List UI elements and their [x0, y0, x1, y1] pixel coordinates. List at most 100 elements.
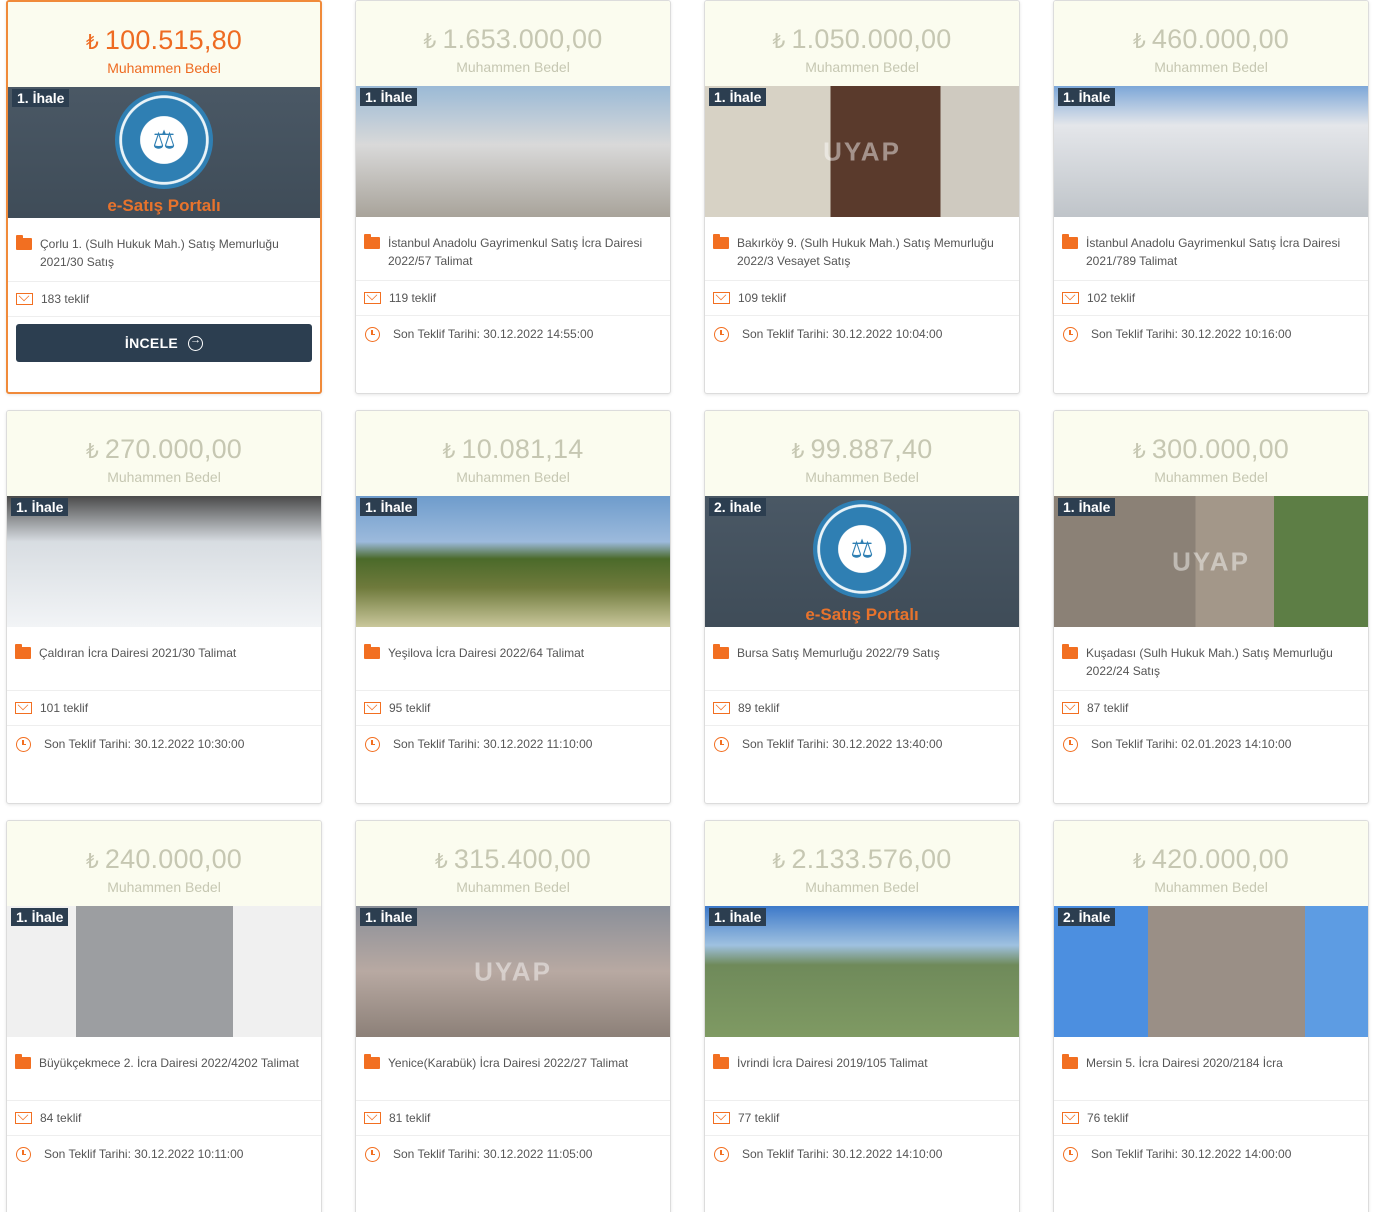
folder-icon	[1062, 644, 1078, 659]
envelope-icon	[364, 292, 381, 304]
price-value: 460.000,00	[1151, 24, 1290, 54]
listing-title-row[interactable]: Çorlu 1. (Sulh Hukuk Mah.) Satış Memurlu…	[8, 218, 320, 282]
listing-title-row[interactable]: İstanbul Anadolu Gayrimenkul Satış İcra …	[1054, 217, 1368, 281]
offer-count-row: 183 teklif	[8, 282, 320, 317]
listing-title[interactable]: Çorlu 1. (Sulh Hukuk Mah.) Satış Memurlu…	[40, 235, 312, 271]
listing-media[interactable]: 1. İhale	[705, 906, 1019, 1037]
listing-title-row[interactable]: Büyükçekmece 2. İcra Dairesi 2022/4202 T…	[7, 1037, 321, 1101]
listing-title[interactable]: Bakırköy 9. (Sulh Hukuk Mah.) Satış Memu…	[737, 234, 1011, 270]
price: ₺ 1.653.000,00	[356, 23, 670, 58]
folder-icon	[713, 644, 729, 659]
deadline-row: Son Teklif Tarihi: 30.12.2022 14:00:00	[1054, 1136, 1368, 1172]
listing-title[interactable]: Büyükçekmece 2. İcra Dairesi 2022/4202 T…	[39, 1054, 299, 1072]
listing-title-row[interactable]: İstanbul Anadolu Gayrimenkul Satış İcra …	[356, 217, 670, 281]
folder-icon	[364, 1054, 380, 1069]
listing-title-row[interactable]: Bakırköy 9. (Sulh Hukuk Mah.) Satış Memu…	[705, 217, 1019, 281]
deadline-row: Son Teklif Tarihi: 30.12.2022 10:30:00	[7, 726, 321, 762]
auction-card[interactable]: ₺ 460.000,00 Muhammen Bedel 1. İhale İsta…	[1053, 0, 1369, 394]
incele-button[interactable]: İNCELE	[16, 324, 312, 362]
listing-media[interactable]: 1. İhale	[1054, 86, 1368, 217]
round-badge: 1. İhale	[11, 908, 69, 926]
listing-title[interactable]: İvrindi İcra Dairesi 2019/105 Talimat	[737, 1054, 928, 1072]
deadline-text: Son Teklif Tarihi: 30.12.2022 10:11:00	[44, 1147, 244, 1161]
auction-card[interactable]: ₺ 100.515,80 Muhammen Bedel 1. İhale ⚖ e-…	[6, 0, 322, 394]
deadline-row: Son Teklif Tarihi: 30.12.2022 14:55:00	[356, 316, 670, 352]
deadline-row: Son Teklif Tarihi: 30.12.2022 11:05:00	[356, 1136, 670, 1172]
auction-card[interactable]: ₺ 420.000,00 Muhammen Bedel 2. İhale Mers…	[1053, 820, 1369, 1212]
offer-count-row: 87 teklif	[1054, 691, 1368, 726]
listing-title[interactable]: Çaldıran İcra Dairesi 2021/30 Talimat	[39, 644, 236, 662]
listing-title[interactable]: Kuşadası (Sulh Hukuk Mah.) Satış Memurlu…	[1086, 644, 1360, 680]
listing-title-row[interactable]: Bursa Satış Memurluğu 2022/79 Satış	[705, 627, 1019, 691]
price-value: 2.133.576,00	[791, 844, 952, 874]
listing-title-row[interactable]: Mersin 5. İcra Dairesi 2020/2184 İcra	[1054, 1037, 1368, 1101]
listing-media[interactable]: 1. İhale	[7, 496, 321, 627]
offer-count: 183 teklif	[41, 292, 90, 306]
price-value: 1.050.000,00	[791, 24, 952, 54]
price-box: ₺ 240.000,00 Muhammen Bedel	[7, 821, 321, 906]
listing-media[interactable]: 2. İhale	[1054, 906, 1368, 1037]
arrow-right-circle-icon	[188, 334, 204, 351]
price-label: Muhammen Bedel	[107, 469, 221, 485]
listing-media[interactable]: 1. İhale	[356, 86, 670, 217]
envelope-icon	[15, 1112, 32, 1124]
auction-card[interactable]: ₺ 1.653.000,00 Muhammen Bedel 1. İhale İs…	[355, 0, 671, 394]
listing-media[interactable]: 1. İhale UYAP	[356, 906, 670, 1037]
price-value: 315.400,00	[453, 844, 592, 874]
price-box: ₺ 10.081,14 Muhammen Bedel	[356, 411, 670, 496]
listing-title[interactable]: İstanbul Anadolu Gayrimenkul Satış İcra …	[1086, 234, 1360, 270]
deadline-row: Son Teklif Tarihi: 30.12.2022 14:10:00	[705, 1136, 1019, 1172]
deadline-text: Son Teklif Tarihi: 30.12.2022 11:05:00	[393, 1147, 593, 1161]
listing-title-row[interactable]: Yenice(Karabük) İcra Dairesi 2022/27 Tal…	[356, 1037, 670, 1101]
listing-media[interactable]: 1. İhale UYAP	[1054, 496, 1368, 627]
currency-symbol: ₺	[1132, 31, 1146, 53]
auction-card[interactable]: ₺ 270.000,00 Muhammen Bedel 1. İhale Çald…	[6, 410, 322, 804]
listing-title[interactable]: Mersin 5. İcra Dairesi 2020/2184 İcra	[1086, 1054, 1283, 1072]
auction-card[interactable]: ₺ 300.000,00 Muhammen Bedel 1. İhale UYAP…	[1053, 410, 1369, 804]
offer-count: 84 teklif	[40, 1111, 82, 1125]
envelope-icon	[15, 702, 32, 714]
price-value: 240.000,00	[104, 844, 243, 874]
listing-title[interactable]: İstanbul Anadolu Gayrimenkul Satış İcra …	[388, 234, 662, 270]
price-value: 270.000,00	[104, 434, 243, 464]
listing-media[interactable]: 1. İhale UYAP	[705, 86, 1019, 217]
listing-title-row[interactable]: Kuşadası (Sulh Hukuk Mah.) Satış Memurlu…	[1054, 627, 1368, 691]
clock-icon	[714, 326, 729, 342]
listing-title[interactable]: Yeşilova İcra Dairesi 2022/64 Talimat	[388, 644, 584, 662]
price-label: Muhammen Bedel	[456, 879, 570, 895]
folder-icon	[15, 644, 31, 659]
round-badge: 1. İhale	[1058, 88, 1116, 106]
listing-title-row[interactable]: Yeşilova İcra Dairesi 2022/64 Talimat	[356, 627, 670, 691]
listing-title[interactable]: Bursa Satış Memurluğu 2022/79 Satış	[737, 644, 940, 662]
price-box: ₺ 420.000,00 Muhammen Bedel	[1054, 821, 1368, 906]
auction-card[interactable]: ₺ 315.400,00 Muhammen Bedel 1. İhale UYAP…	[355, 820, 671, 1212]
offer-count: 101 teklif	[40, 701, 89, 715]
listing-title-row[interactable]: Çaldıran İcra Dairesi 2021/30 Talimat	[7, 627, 321, 691]
auction-card[interactable]: ₺ 99.887,40 Muhammen Bedel 2. İhale ⚖ e-S…	[704, 410, 1020, 804]
listing-title-row[interactable]: İvrindi İcra Dairesi 2019/105 Talimat	[705, 1037, 1019, 1101]
deadline-text: Son Teklif Tarihi: 30.12.2022 10:16:00	[1091, 327, 1292, 341]
price-value: 300.000,00	[1151, 434, 1290, 464]
round-badge: 2. İhale	[1058, 908, 1116, 926]
listing-title[interactable]: Yenice(Karabük) İcra Dairesi 2022/27 Tal…	[388, 1054, 628, 1072]
watermark-text: UYAP	[1172, 546, 1250, 576]
auction-card[interactable]: ₺ 2.133.576,00 Muhammen Bedel 1. İhale İv…	[704, 820, 1020, 1212]
currency-symbol: ₺	[772, 31, 786, 53]
listing-media[interactable]: 2. İhale ⚖ e-Satış Portalı	[705, 496, 1019, 627]
price-label: Muhammen Bedel	[805, 879, 919, 895]
listing-media[interactable]: 1. İhale	[7, 906, 321, 1037]
listing-media[interactable]: 1. İhale	[356, 496, 670, 627]
currency-symbol: ₺	[442, 441, 456, 463]
auction-card[interactable]: ₺ 1.050.000,00 Muhammen Bedel 1. İhale UY…	[704, 0, 1020, 394]
price-label: Muhammen Bedel	[805, 59, 919, 75]
offer-count-row: 119 teklif	[356, 281, 670, 316]
listing-media[interactable]: 1. İhale ⚖ e-Satış Portalı	[8, 87, 320, 218]
round-badge: 1. İhale	[11, 498, 69, 516]
deadline-text: Son Teklif Tarihi: 30.12.2022 11:10:00	[393, 737, 593, 751]
auction-card[interactable]: ₺ 240.000,00 Muhammen Bedel 1. İhale Büyü…	[6, 820, 322, 1212]
price-label: Muhammen Bedel	[805, 469, 919, 485]
auction-card[interactable]: ₺ 10.081,14 Muhammen Bedel 1. İhale Yeşil…	[355, 410, 671, 804]
offer-count: 109 teklif	[738, 291, 787, 305]
offer-count: 77 teklif	[738, 1111, 780, 1125]
price: ₺ 270.000,00	[7, 433, 321, 468]
